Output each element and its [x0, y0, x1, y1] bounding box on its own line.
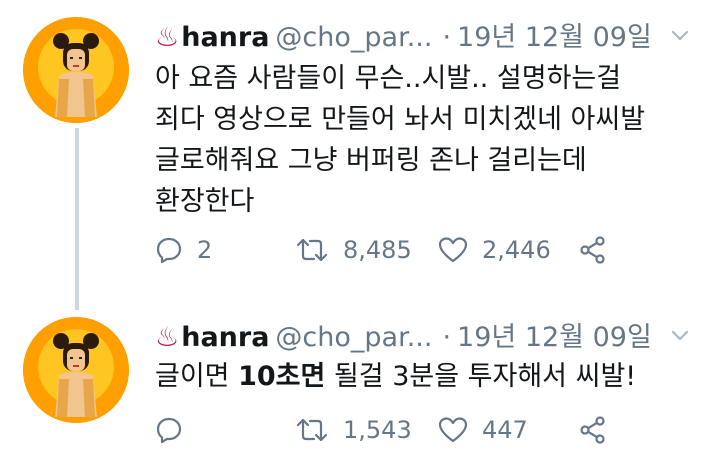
tweet-header: ♨hanra @cho_par... · 19년 12월 09일: [155, 18, 695, 58]
tweet[interactable]: ♨hanra @cho_par... · 19년 12월 09일 아 요즘 사람들이 …: [0, 0, 720, 310]
thread-line: [75, 128, 79, 310]
like-button[interactable]: 2,446: [438, 230, 551, 270]
reply-button[interactable]: 2: [155, 230, 212, 270]
display-name[interactable]: hanra: [181, 322, 269, 353]
tweet-date[interactable]: 19년 12월 09일: [457, 22, 652, 53]
bold-text-segment: 10초면: [238, 361, 326, 392]
chevron-down-icon[interactable]: [670, 326, 690, 346]
like-count: 2,446: [482, 236, 551, 264]
avatar[interactable]: [23, 317, 129, 423]
reply-icon: [155, 416, 183, 444]
text-segment: 될걸 3분을 투자해서 씨발!: [325, 361, 637, 392]
separator-dot: ·: [442, 322, 452, 353]
tweet-text: 아 요즘 사람들이 무슨..시발.. 설명하는걸 죄다 영상으로 만들어 놔서 …: [155, 58, 695, 222]
chevron-down-icon[interactable]: [670, 26, 690, 46]
heart-icon: [438, 236, 468, 264]
retweet-icon: [295, 236, 329, 264]
hot-springs-emoji: ♨: [155, 22, 180, 53]
share-button[interactable]: [578, 230, 608, 270]
retweet-count: 8,485: [343, 236, 412, 264]
user-handle[interactable]: @cho_par...: [275, 22, 432, 53]
display-name[interactable]: hanra: [181, 22, 269, 53]
tweet-text-line: 글로해줘요 그냥 버퍼링 존나 걸리는데: [155, 145, 587, 176]
reply-count: 2: [197, 236, 213, 264]
tweet-text: 글이면 10초면 될걸 3분을 투자해서 씨발!: [155, 356, 695, 397]
share-icon: [578, 415, 608, 445]
share-button[interactable]: [578, 410, 608, 450]
avatar[interactable]: [23, 17, 129, 123]
retweet-count: 1,543: [343, 416, 412, 444]
tweet-text-line: 글이면 10초면 될걸 3분을 투자해서 씨발!: [155, 356, 695, 397]
retweet-icon: [295, 416, 329, 444]
like-button[interactable]: 447: [438, 410, 528, 450]
retweet-button[interactable]: 8,485: [295, 230, 412, 270]
reply-icon: [155, 236, 183, 264]
tweet-date[interactable]: 19년 12월 09일: [457, 322, 652, 353]
tweet-text-line: 환장한다: [155, 186, 255, 217]
text-segment: 글이면: [155, 361, 239, 392]
share-icon: [578, 235, 608, 265]
tweet[interactable]: ♨hanra @cho_par... · 19년 12월 09일 글이면 10초면 될…: [0, 300, 720, 465]
user-handle[interactable]: @cho_par...: [275, 322, 432, 353]
tweet-text-line: 아 요즘 사람들이 무슨..시발.. 설명하는걸: [155, 63, 622, 94]
reply-button[interactable]: [155, 410, 197, 450]
tweet-actions: 1,543 447: [155, 410, 635, 450]
hot-springs-emoji: ♨: [155, 322, 180, 353]
heart-icon: [438, 416, 468, 444]
tweet-header: ♨hanra @cho_par... · 19년 12월 09일: [155, 318, 695, 358]
separator-dot: ·: [442, 22, 452, 53]
tweet-actions: 2 8,485 2,446: [155, 230, 635, 270]
retweet-button[interactable]: 1,543: [295, 410, 412, 450]
like-count: 447: [482, 416, 528, 444]
tweet-text-line: 죄다 영상으로 만들어 놔서 미치겠네 아씨발: [155, 104, 646, 135]
